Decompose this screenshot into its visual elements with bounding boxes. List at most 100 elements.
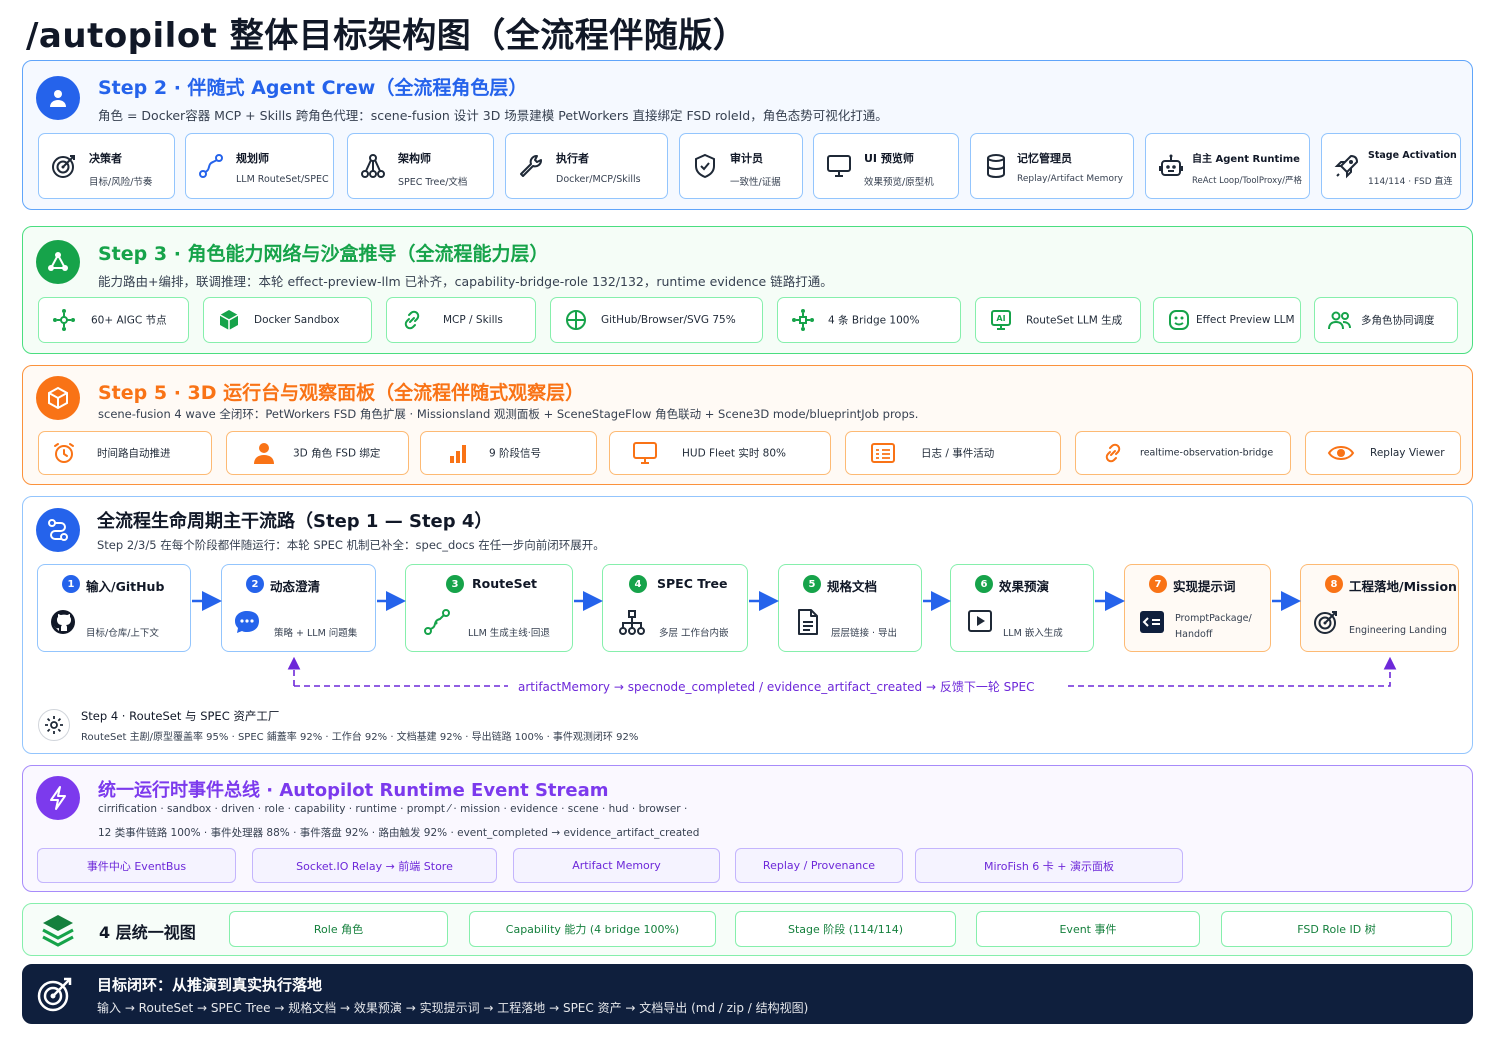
role-card-executor[interactable]: 执行者 Docker/MCP/Skills [505, 133, 668, 199]
card-subtitle: 效果预览/原型机 [864, 177, 934, 188]
role-card-auditor[interactable]: 审计员 一致性/证据 [679, 133, 803, 199]
step-title: 输入/GitHub [86, 579, 165, 594]
flow-step-spec-tree[interactable]: 4 SPEC Tree 多层 工作台内嵌 [602, 564, 748, 652]
database-icon [981, 151, 1011, 181]
card-label: Docker Sandbox [254, 314, 340, 326]
hierarchy-icon [617, 607, 647, 637]
card-label: 4 条 Bridge 100% [828, 314, 920, 327]
capability-card-bridges[interactable]: 4 条 Bridge 100% [777, 297, 961, 343]
step-title: 效果预演 [999, 579, 1050, 594]
card-subtitle: Replay/Artifact Memory [1017, 174, 1123, 184]
card-label: 多角色协同调度 [1361, 314, 1435, 327]
rocket-icon [1332, 151, 1362, 181]
users-icon [1325, 305, 1355, 335]
flow-step-landing[interactable]: 8 工程落地/Mission Engineering Landing [1300, 564, 1459, 652]
step4-title: Step 4 · RouteSet 与 SPEC 资产工厂 [81, 709, 280, 723]
capability-card-aigc-nodes[interactable]: 60+ AIGC 节点 [38, 297, 189, 343]
role-card-architect[interactable]: 架构师 SPEC Tree/文档 [347, 133, 494, 199]
role-card-agent-runtime[interactable]: 自主 Agent Runtime ReAct Loop/ToolProxy/严格 [1145, 133, 1310, 199]
pill-socketio-relay[interactable]: Socket.IO Relay → 前端 Store [252, 848, 497, 883]
step5-section: Step 5 · 3D 运行台与观察面板（全流程伴随式观察层） scene-fu… [22, 365, 1473, 485]
pill-eventbus[interactable]: 事件中心 EventBus [37, 848, 236, 883]
step-title: 工程落地/Mission [1349, 579, 1457, 594]
pill-replay-provenance[interactable]: Replay / Provenance [735, 848, 903, 883]
step3-section: Step 3 · 角色能力网络与沙盒推导（全流程能力层） 能力路由+编排，联调推… [22, 226, 1473, 354]
role-card-memory-manager[interactable]: 记忆管理员 Replay/Artifact Memory [970, 133, 1134, 199]
card-label: RouteSet LLM 生成 [1026, 314, 1123, 327]
role-card-stage-activation[interactable]: Stage Activation 114/114 · FSD 直连 [1321, 133, 1461, 199]
card-label: 60+ AIGC 节点 [91, 314, 167, 327]
card-title: 决策者 [89, 152, 122, 165]
step-number: 4 [629, 575, 647, 593]
page-title: /autopilot 整体目标架构图（全流程伴随版） [26, 16, 748, 56]
observe-card-hud-fleet[interactable]: HUD Fleet 实时 80% [609, 431, 831, 475]
observe-card-timeline[interactable]: 时间路自动推进 [38, 431, 212, 475]
role-card-decider[interactable]: 决策者 目标/风险/节奏 [38, 133, 175, 199]
layer-capability[interactable]: Capability 能力 (4 bridge 100%) [469, 911, 716, 947]
target-icon [1311, 607, 1341, 637]
layer-stage[interactable]: Stage 阶段 (114/114) [735, 911, 956, 947]
card-label: 日志 / 事件活动 [921, 447, 995, 460]
step-subtitle: Engineering Landing [1349, 625, 1447, 636]
nodes-icon [49, 305, 79, 335]
flow-step-clarify[interactable]: 2 动态澄清 策略 + LLM 问题集 [221, 564, 376, 652]
flow-step-routeset[interactable]: 3 RouteSet LLM 生成主线·回退 [405, 564, 573, 652]
step-title: 规格文档 [827, 579, 878, 594]
code-icon [1137, 607, 1167, 637]
wrench-icon [516, 151, 546, 181]
step3-subtitle: 能力路由+编排，联调推理：本轮 effect-preview-llm 已补齐，c… [98, 274, 833, 289]
card-title: 规划师 [236, 152, 269, 165]
user-icon [36, 76, 80, 120]
pill-mirofish[interactable]: MiroFish 6 卡 + 演示面板 [915, 848, 1183, 883]
step2-subtitle: 角色 = Docker容器 MCP + Skills 跨角色代理：scene-f… [98, 108, 888, 123]
flow-icon [36, 508, 80, 552]
person-icon [249, 438, 279, 468]
step-subtitle: LLM 生成主线·回退 [468, 628, 550, 639]
lightning-icon [36, 776, 80, 820]
card-subtitle: ReAct Loop/ToolProxy/严格 [1192, 176, 1303, 186]
card-subtitle: LLM RouteSet/SPEC [236, 174, 329, 185]
capability-card-routeset-llm[interactable]: AI RouteSet LLM 生成 [975, 297, 1141, 343]
observe-card-3d-role[interactable]: 3D 角色 FSD 绑定 [226, 431, 409, 475]
link-icon [397, 305, 427, 335]
step-number: 2 [246, 575, 264, 593]
lifecycle-subtitle: Step 2/3/5 在每个阶段都伴随运行：本轮 SPEC 机制已补全：spec… [97, 538, 605, 552]
card-subtitle: Docker/MCP/Skills [556, 174, 641, 185]
flow-step-prompt[interactable]: 7 实现提示词 PromptPackage/ Handoff [1124, 564, 1271, 652]
layer-role[interactable]: Role 角色 [229, 911, 448, 947]
role-card-ui-previewer[interactable]: UI 预览师 效果预览/原型机 [813, 133, 959, 199]
gear-icon [38, 709, 70, 741]
layer-fsd-role-id[interactable]: FSD Role ID 树 [1221, 911, 1452, 947]
card-subtitle: 一致性/证据 [730, 177, 781, 188]
capability-card-mcp-skills[interactable]: MCP / Skills [386, 297, 536, 343]
observe-card-log-events[interactable]: 日志 / 事件活动 [845, 431, 1061, 475]
globe-icon [561, 305, 591, 335]
step5-subtitle: scene-fusion 4 wave 全闭环：PetWorkers FSD 角… [98, 407, 919, 421]
step-number: 8 [1325, 575, 1343, 593]
layer-event[interactable]: Event 事件 [976, 911, 1200, 947]
step-subtitle: 目标/仓库/上下文 [86, 628, 159, 639]
step2-section: Step 2 · 伴随式 Agent Crew（全流程角色层） 角色 = Doc… [22, 60, 1473, 210]
capability-card-github-browser-svg[interactable]: GitHub/Browser/SVG 75% [550, 297, 763, 343]
github-icon [48, 607, 78, 637]
capability-card-effect-preview[interactable]: Effect Preview LLM [1153, 297, 1301, 343]
observe-card-stage-signal[interactable]: 9 阶段信号 [420, 431, 597, 475]
flow-step-input[interactable]: 1 输入/GitHub 目标/仓库/上下文 [37, 564, 191, 652]
step-title: RouteSet [472, 576, 538, 591]
ai-screen-icon: AI [986, 305, 1016, 335]
card-title: 架构师 [398, 152, 431, 165]
feedback-label: artifactMemory → specnode_completed / ev… [518, 678, 1035, 695]
robot-icon [1156, 151, 1186, 181]
card-title: Stage Activation [1368, 150, 1457, 161]
alarm-icon [49, 438, 79, 468]
flow-step-spec-docs[interactable]: 5 规格文档 层层链接 · 导出 [778, 564, 922, 652]
capability-card-docker-sandbox[interactable]: Docker Sandbox [203, 297, 372, 343]
role-card-planner[interactable]: 规划师 LLM RouteSet/SPEC [185, 133, 334, 199]
flow-step-effect-preview[interactable]: 6 效果预演 LLM 嵌入生成 [950, 564, 1094, 652]
pill-artifact-memory[interactable]: Artifact Memory [513, 848, 720, 883]
observe-card-replay-viewer[interactable]: Replay Viewer [1305, 431, 1461, 475]
eventbus-title: 统一运行时事件总线 · Autopilot Runtime Event Stre… [98, 780, 609, 801]
capability-card-multi-role[interactable]: 多角色协同调度 [1314, 297, 1458, 343]
step3-title: Step 3 · 角色能力网络与沙盒推导（全流程能力层） [98, 243, 549, 265]
observe-card-realtime-bridge[interactable]: realtime-observation-bridge [1075, 431, 1291, 475]
